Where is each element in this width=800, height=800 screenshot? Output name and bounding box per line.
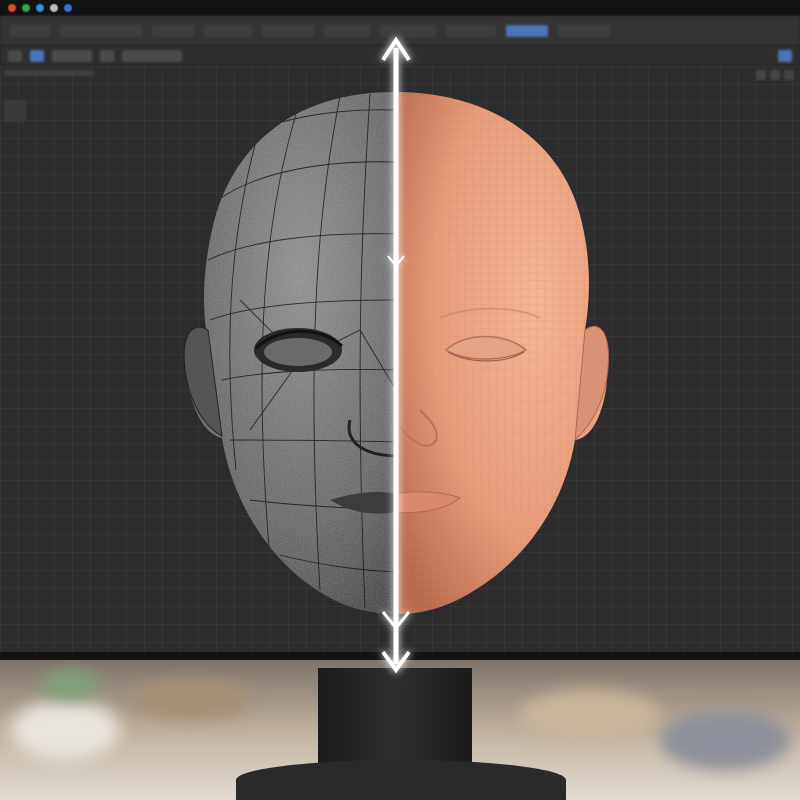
status-dot[interactable] xyxy=(8,4,16,12)
menu-item[interactable] xyxy=(324,24,370,37)
menu-item[interactable] xyxy=(380,24,436,37)
tool-button[interactable] xyxy=(122,49,182,62)
background-object xyxy=(40,670,100,700)
tool-button[interactable] xyxy=(30,49,44,62)
status-dot[interactable] xyxy=(50,4,58,12)
menu-item[interactable] xyxy=(262,24,314,37)
background-object xyxy=(10,700,120,760)
3d-viewport[interactable] xyxy=(0,66,800,652)
tool-button[interactable] xyxy=(778,49,792,62)
menu-item[interactable] xyxy=(204,24,252,37)
menu-item[interactable] xyxy=(10,24,50,37)
background-object xyxy=(660,710,790,770)
viewport-side-button[interactable] xyxy=(4,100,26,122)
app-toolbar xyxy=(0,46,800,66)
menu-item[interactable] xyxy=(60,24,142,37)
menu-item[interactable] xyxy=(446,24,496,37)
view-control[interactable] xyxy=(784,70,794,80)
monitor-stand-base xyxy=(236,760,566,800)
view-control[interactable] xyxy=(756,70,766,80)
tool-button[interactable] xyxy=(52,49,92,62)
app-menu-bar xyxy=(0,16,800,46)
background-object xyxy=(520,690,660,740)
monitor-screen xyxy=(0,0,800,660)
status-dot[interactable] xyxy=(36,4,44,12)
background-object xyxy=(130,680,250,720)
viewport-corner-controls xyxy=(756,70,794,80)
viewport-label xyxy=(4,70,94,76)
menu-item[interactable] xyxy=(152,24,194,37)
menu-item[interactable] xyxy=(558,24,610,37)
menu-item[interactable] xyxy=(506,24,548,37)
view-control[interactable] xyxy=(770,70,780,80)
status-dot[interactable] xyxy=(22,4,30,12)
tool-button[interactable] xyxy=(100,49,114,62)
tool-button[interactable] xyxy=(8,49,22,62)
os-top-bar xyxy=(0,0,800,16)
status-dot[interactable] xyxy=(64,4,72,12)
